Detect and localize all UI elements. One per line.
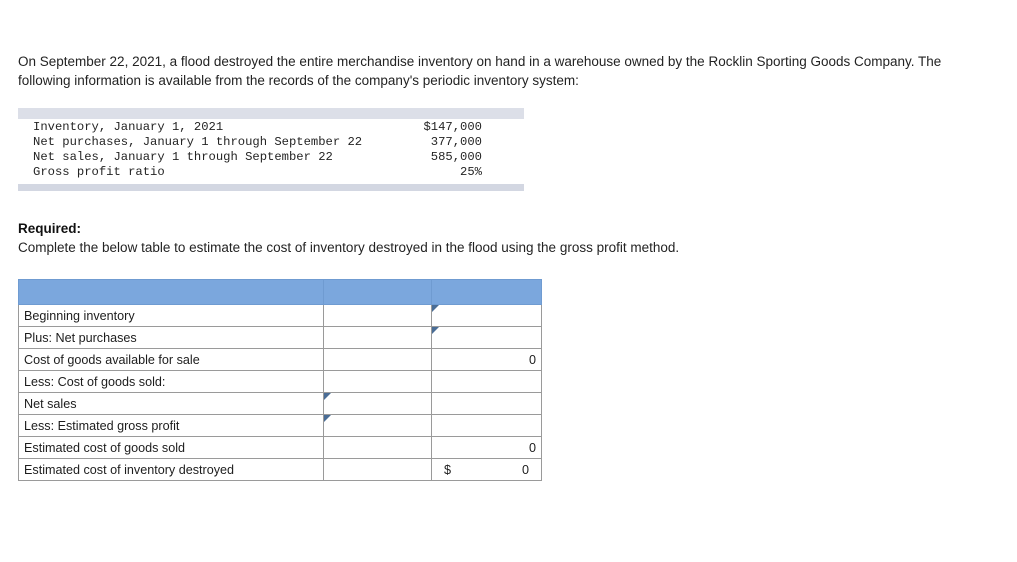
table-row: Gross profit ratio 25% [18, 165, 524, 180]
table-row: Net sales, January 1 through September 2… [18, 149, 524, 164]
answer-cell-inventory-destroyed: $ 0 [431, 458, 542, 481]
input-beginning-inventory[interactable] [431, 304, 542, 327]
given-data-label: Net purchases, January 1 through Septemb… [33, 134, 363, 149]
worksheet-header-row [18, 279, 542, 305]
table-row: Less: Estimated gross profit [18, 414, 542, 437]
given-data-value: 585,000 [430, 149, 482, 164]
value-estimated-cost-of-goods-sold: 0 [431, 436, 542, 459]
given-data-value: 377,000 [430, 134, 482, 149]
row-label-estimated-cost-of-goods-sold: Estimated cost of goods sold [18, 436, 324, 459]
given-data-block: Inventory, January 1, 2021 $147,000 Net … [18, 108, 524, 191]
value-cost-of-goods-available: 0 [431, 348, 542, 371]
required-block: Required: Complete the below table to es… [18, 219, 918, 257]
cell-right-less-estimated-gross-profit [431, 414, 542, 437]
given-data-table: Inventory, January 1, 2021 $147,000 Net … [18, 119, 524, 180]
table-row: Beginning inventory [18, 304, 542, 327]
input-estimated-gross-profit[interactable] [323, 414, 432, 437]
table-row: Inventory, January 1, 2021 $147,000 [18, 119, 524, 134]
table-row: Net purchases, January 1 through Septemb… [18, 134, 524, 149]
worksheet-header-label [18, 279, 324, 305]
answer-currency-symbol: $ [444, 462, 452, 477]
cell-mid-less-cost-of-goods-sold [323, 370, 432, 393]
given-data-bottom-band [18, 183, 524, 191]
table-row: Estimated cost of goods sold 0 [18, 436, 542, 459]
required-heading: Required: [18, 221, 82, 236]
given-data-value: 25% [460, 165, 482, 180]
input-net-purchases[interactable] [431, 326, 542, 349]
table-row: Cost of goods available for sale 0 [18, 348, 542, 371]
problem-statement: On September 22, 2021, a flood destroyed… [18, 54, 942, 88]
table-row: Less: Cost of goods sold: [18, 370, 542, 393]
cell-mid-plus-net-purchases [323, 326, 432, 349]
table-row: Plus: Net purchases [18, 326, 542, 349]
given-data-top-band [18, 108, 524, 119]
given-data-label: Gross profit ratio [33, 165, 165, 180]
row-label-less-estimated-gross-profit: Less: Estimated gross profit [18, 414, 324, 437]
row-label-less-cost-of-goods-sold: Less: Cost of goods sold: [18, 370, 324, 393]
given-data-label: Net sales, January 1 through September 2… [33, 149, 333, 164]
given-data-label: Inventory, January 1, 2021 [33, 119, 224, 134]
input-net-sales[interactable] [323, 392, 432, 415]
given-data-value: $147,000 [423, 119, 482, 134]
cell-mid-cost-of-goods-available [323, 348, 432, 371]
required-instruction: Complete the below table to estimate the… [18, 240, 680, 255]
row-label-net-sales: Net sales [18, 392, 324, 415]
cell-mid-estimated-cost-of-goods-sold [323, 436, 432, 459]
row-label-estimated-cost-of-inventory-destroyed: Estimated cost of inventory destroyed [18, 458, 324, 481]
cell-right-less-cost-of-goods-sold [431, 370, 542, 393]
worksheet-header-right [431, 279, 542, 305]
table-row: Estimated cost of inventory destroyed $ … [18, 458, 542, 481]
cell-mid-beginning-inventory [323, 304, 432, 327]
worksheet-table: Beginning inventory Plus: Net purchases … [18, 279, 542, 481]
row-label-cost-of-goods-available: Cost of goods available for sale [18, 348, 324, 371]
row-label-plus-net-purchases: Plus: Net purchases [18, 326, 324, 349]
cell-right-net-sales [431, 392, 542, 415]
answer-value: 0 [521, 462, 529, 477]
worksheet-header-mid [323, 279, 432, 305]
cell-mid-estimated-cost-of-inventory-destroyed [323, 458, 432, 481]
table-row: Net sales [18, 392, 542, 415]
row-label-beginning-inventory: Beginning inventory [18, 304, 324, 327]
